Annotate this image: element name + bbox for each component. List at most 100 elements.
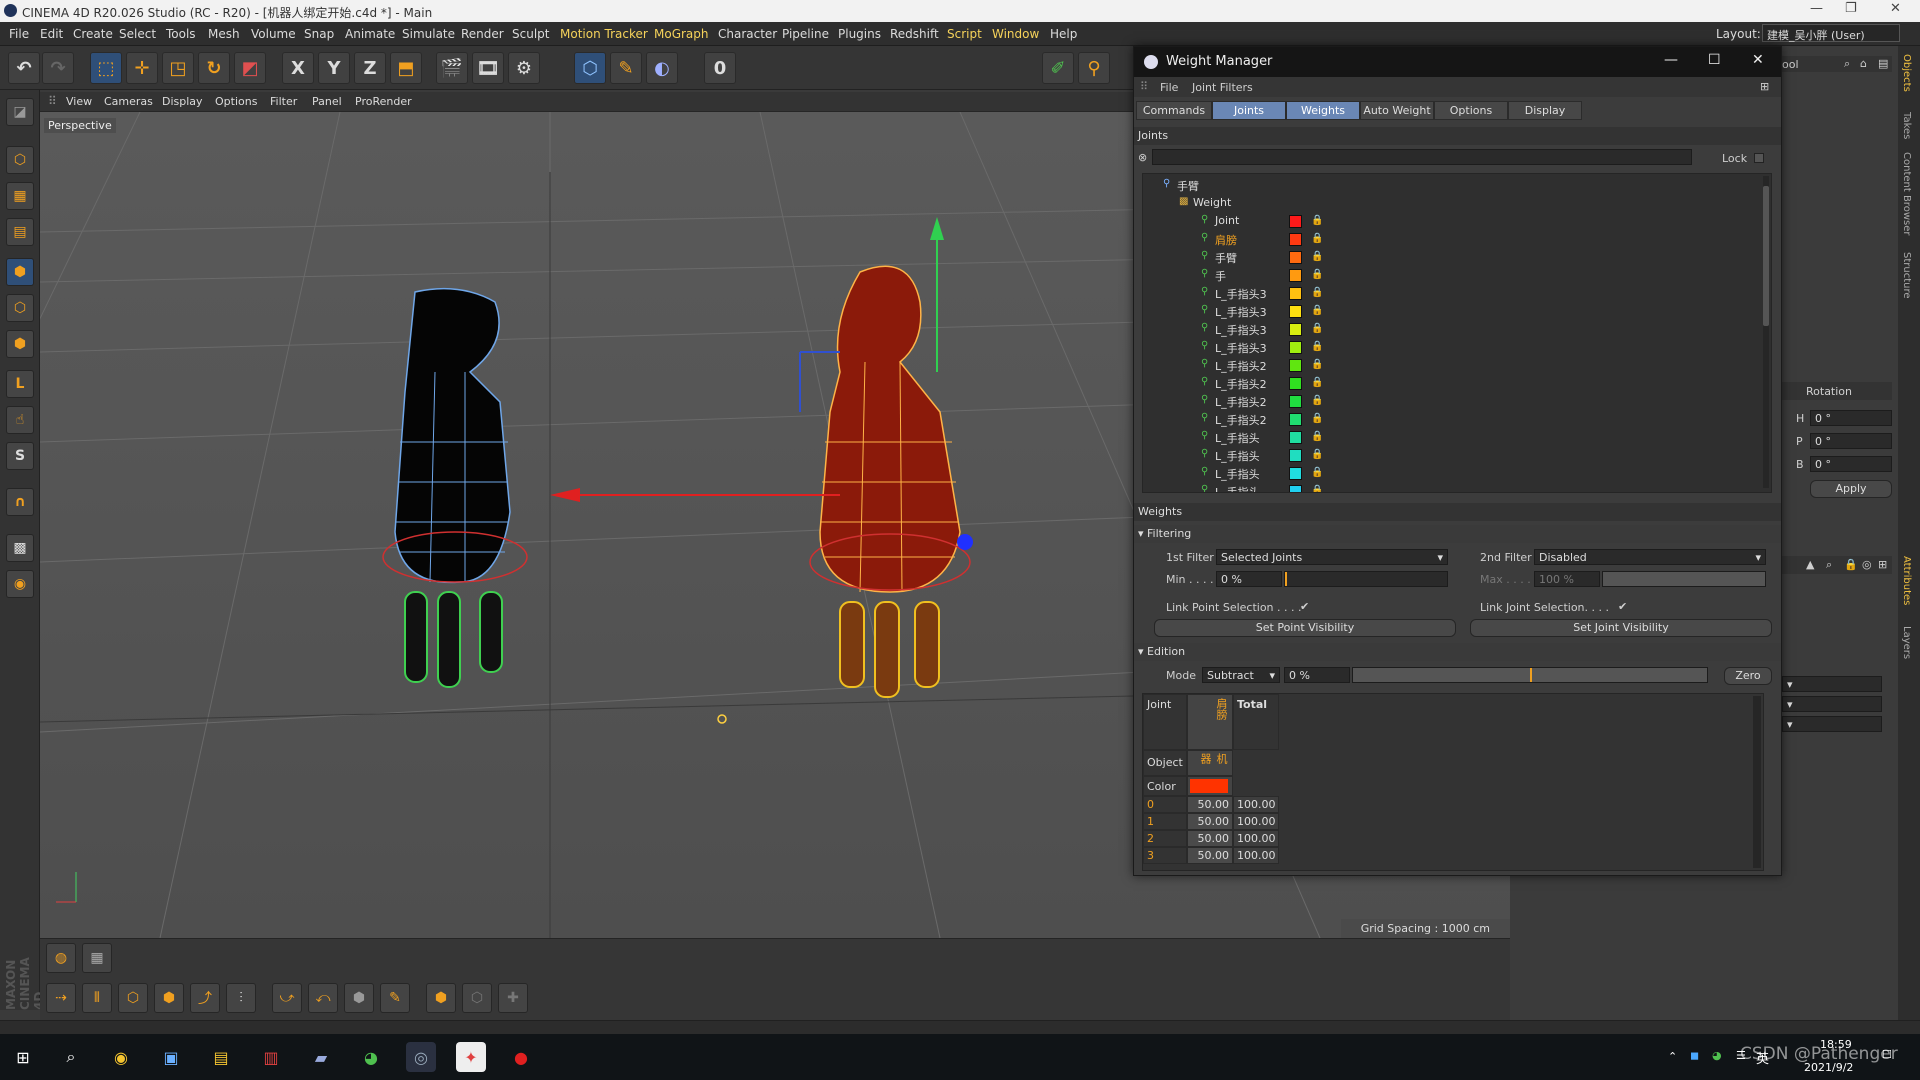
- menu-animate[interactable]: Animate: [345, 27, 395, 41]
- weight-row-value[interactable]: 50.00: [1187, 830, 1233, 847]
- axis-z-button[interactable]: Z: [354, 52, 386, 84]
- target-icon[interactable]: ◎: [1862, 558, 1872, 571]
- weight-row-value[interactable]: 50.00: [1187, 796, 1233, 813]
- polygons-mode-icon[interactable]: ⬢: [6, 330, 34, 358]
- menu-sculpt[interactable]: Sculpt: [512, 27, 549, 41]
- axis-mode-icon[interactable]: L: [6, 370, 34, 398]
- rotate-icon[interactable]: ↻: [198, 52, 230, 84]
- wm-menu-file[interactable]: File: [1160, 81, 1178, 94]
- make-editable-icon[interactable]: ◪: [6, 98, 34, 126]
- weight-row-total[interactable]: 100.00: [1233, 813, 1279, 830]
- tree-weight-row[interactable]: ▩ Weight: [1143, 194, 1753, 212]
- link-point-checkbox[interactable]: ✔: [1300, 600, 1309, 613]
- edition-header[interactable]: ▾ Edition: [1134, 643, 1781, 661]
- max-field[interactable]: 100 %: [1534, 571, 1600, 587]
- lock-icon[interactable]: 🔒: [1311, 215, 1323, 227]
- min-slider[interactable]: [1284, 571, 1448, 587]
- coordinate-system-icon[interactable]: ⬒: [390, 52, 422, 84]
- box-icon[interactable]: ⬢: [344, 983, 374, 1013]
- windows-start-icon[interactable]: ⊞: [8, 1042, 38, 1072]
- lock-icon[interactable]: 🔒: [1311, 413, 1323, 425]
- tab-commands[interactable]: Commands: [1136, 101, 1212, 120]
- menu-simulate[interactable]: Simulate: [402, 27, 455, 41]
- viewport-menu-cameras[interactable]: Cameras: [104, 95, 153, 108]
- apply-button[interactable]: Apply: [1810, 480, 1892, 498]
- lock-icon[interactable]: 🔒: [1311, 251, 1323, 263]
- menu-character[interactable]: Character: [718, 27, 777, 41]
- wm-maximize-icon[interactable]: ☐: [1708, 52, 1721, 68]
- keyframe-field[interactable]: 0: [704, 52, 736, 84]
- set-joint-visibility-button[interactable]: Set Joint Visibility: [1470, 619, 1772, 637]
- home-icon[interactable]: ⌂: [1860, 57, 1867, 70]
- workplane-icon[interactable]: ▤: [6, 218, 34, 246]
- joint-row[interactable]: ⚲ L_手指头 🔒: [1143, 446, 1753, 464]
- move-icon[interactable]: ✛: [126, 52, 158, 84]
- joint-row[interactable]: ⚲ L_手指头2 🔒: [1143, 392, 1753, 410]
- joint-row[interactable]: ⚲ L_手指头 🔒: [1143, 428, 1753, 446]
- pen-spline-icon[interactable]: ✎: [610, 52, 642, 84]
- magnet-icon[interactable]: ∩: [6, 488, 34, 516]
- wm-expand-icon[interactable]: ⊞: [1760, 80, 1769, 93]
- arm-mesh-right-selected[interactable]: [809, 265, 973, 698]
- lock-workplane-icon[interactable]: ▩: [6, 534, 34, 562]
- generator-icon[interactable]: ◐: [646, 52, 678, 84]
- restore-icon[interactable]: ❐: [1845, 1, 1857, 16]
- mode-select[interactable]: Subtract ▾: [1202, 667, 1280, 683]
- tab-attributes[interactable]: Attributes: [1901, 556, 1912, 605]
- lock-icon[interactable]: 🔒: [1844, 558, 1858, 571]
- search-icon-2[interactable]: ⌕: [1826, 558, 1832, 572]
- chrome-icon[interactable]: ◉: [106, 1042, 136, 1072]
- joint-row[interactable]: ⚲ L_手指头3 🔒: [1143, 302, 1753, 320]
- points-mode-icon[interactable]: ⬢: [6, 258, 34, 286]
- notepad-icon[interactable]: ▰: [306, 1042, 336, 1072]
- set-point-visibility-button[interactable]: Set Point Visibility: [1154, 619, 1456, 637]
- viewport-menu-prorender[interactable]: ProRender: [355, 95, 412, 108]
- lock-icon[interactable]: 🔒: [1311, 287, 1323, 299]
- render-view-icon[interactable]: 🎬: [436, 52, 468, 84]
- winrar-icon[interactable]: ▥: [256, 1042, 286, 1072]
- snapping-icon[interactable]: S: [6, 442, 34, 470]
- distribute-icon[interactable]: ⫶: [226, 983, 256, 1013]
- weight-row-total[interactable]: 100.00: [1233, 830, 1279, 847]
- menu-help[interactable]: Help: [1050, 27, 1077, 41]
- lock-icon[interactable]: 🔒: [1311, 359, 1323, 371]
- cube-edit-icon[interactable]: ⬢: [154, 983, 184, 1013]
- tab-layers[interactable]: Layers: [1901, 626, 1912, 659]
- max-slider[interactable]: [1602, 571, 1766, 587]
- menu-file[interactable]: File: [9, 27, 29, 41]
- object-disabled-icon[interactable]: ⬡: [462, 983, 492, 1013]
- app-icon[interactable]: ▣: [156, 1042, 186, 1072]
- step-forward-icon[interactable]: ⤻: [272, 983, 302, 1013]
- menu-mograph[interactable]: MoGraph: [654, 27, 709, 41]
- joint-row[interactable]: ⚲ 手 🔒: [1143, 266, 1753, 284]
- align-icon[interactable]: ⇢: [46, 983, 76, 1013]
- viewport-menu-panel[interactable]: Panel: [312, 95, 342, 108]
- axis-y-button[interactable]: Y: [318, 52, 350, 84]
- weights-table-scrollbar[interactable]: [1753, 696, 1761, 868]
- lock-icon[interactable]: 🔒: [1311, 467, 1323, 479]
- viewport-menu-options[interactable]: Options: [215, 95, 257, 108]
- tab-auto-weight[interactable]: Auto Weight: [1360, 101, 1434, 120]
- attribute-dropdown-2[interactable]: ▾: [1782, 696, 1882, 712]
- object-icon[interactable]: ⬢: [426, 983, 456, 1013]
- lock-checkbox[interactable]: [1754, 153, 1764, 163]
- menu-redshift[interactable]: Redshift: [890, 27, 939, 41]
- minimize-icon[interactable]: —: [1810, 1, 1823, 16]
- rotation-p-field[interactable]: 0 °: [1810, 433, 1892, 449]
- tab-joints[interactable]: Joints: [1212, 101, 1286, 120]
- search-icon[interactable]: ⌕: [56, 1042, 86, 1072]
- scale-icon[interactable]: ◳: [162, 52, 194, 84]
- second-filter-select[interactable]: Disabled ▾: [1534, 549, 1766, 565]
- joint-search-input[interactable]: [1152, 149, 1692, 165]
- joint-row[interactable]: ⚲ L_手指头2 🔒: [1143, 410, 1753, 428]
- lock-icon[interactable]: 🔒: [1311, 485, 1323, 492]
- arrow-up-icon[interactable]: ▲: [1806, 558, 1814, 571]
- menu-edit[interactable]: Edit: [40, 27, 63, 41]
- solo-mode-icon[interactable]: ◉: [6, 570, 34, 598]
- joint-row[interactable]: ⚲ L_手指头2 🔒: [1143, 356, 1753, 374]
- joint-list-scroll-thumb[interactable]: [1763, 186, 1769, 326]
- menu-motion-tracker[interactable]: Motion Tracker: [560, 27, 648, 41]
- menu-snap[interactable]: Snap: [304, 27, 334, 41]
- arm-mesh-left[interactable]: [382, 287, 528, 688]
- menu-plugins[interactable]: Plugins: [838, 27, 881, 41]
